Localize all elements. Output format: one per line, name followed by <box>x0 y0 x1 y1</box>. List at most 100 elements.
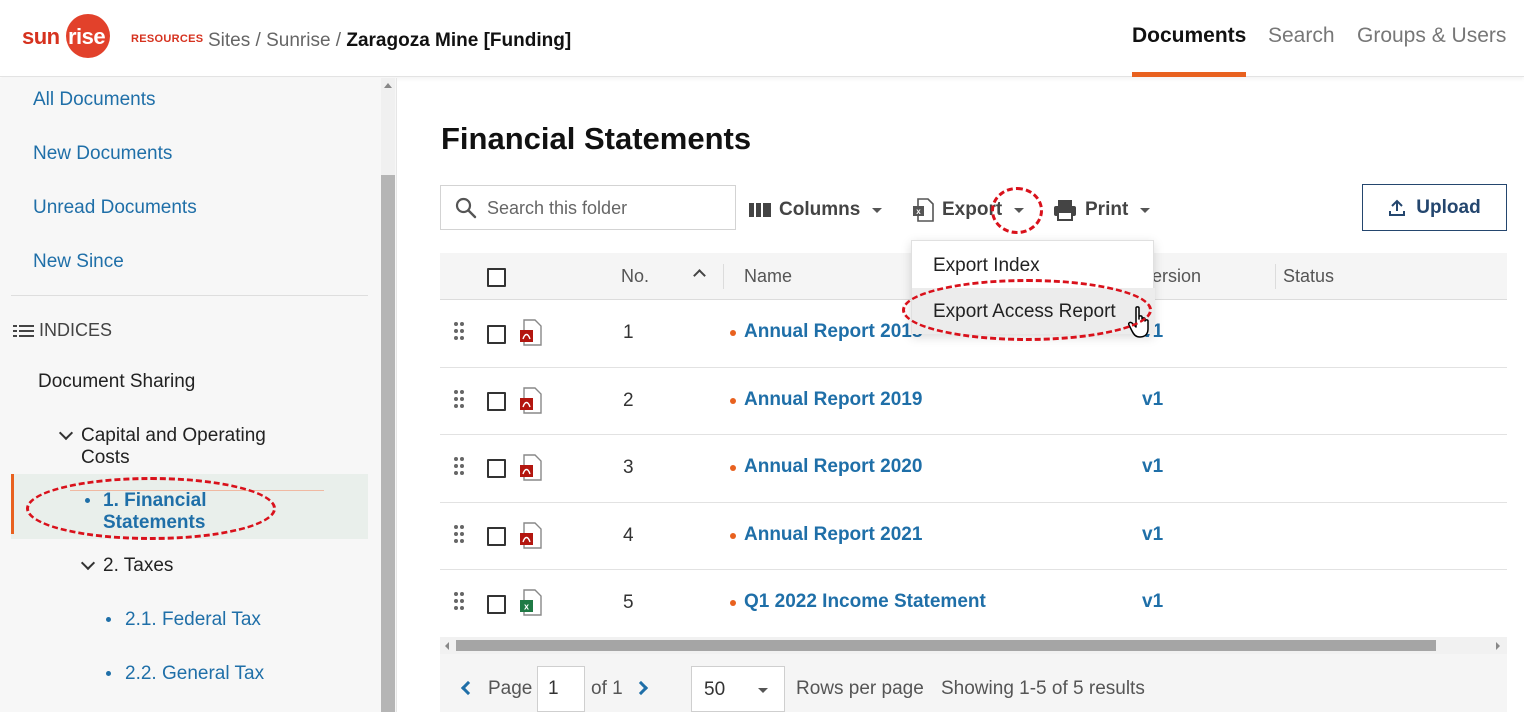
bullet-icon <box>85 498 90 503</box>
scroll-up-arrow-icon[interactable] <box>384 83 392 88</box>
nav-search[interactable]: Search <box>1268 24 1335 76</box>
row-checkbox[interactable] <box>487 527 506 546</box>
unread-dot-icon <box>730 533 736 539</box>
bullet-icon <box>106 671 111 676</box>
tree-item-financial-statements-cont[interactable]: Statements <box>103 512 205 534</box>
column-header-version[interactable]: ersion <box>1152 266 1201 287</box>
select-all-checkbox[interactable] <box>487 268 506 287</box>
scroll-left-arrow-icon[interactable] <box>445 642 449 650</box>
upload-button[interactable]: Upload <box>1362 184 1507 231</box>
drag-handle-icon[interactable] <box>454 390 464 408</box>
menu-item-export-index[interactable]: Export Index <box>912 242 1155 288</box>
sidebar-link-all-documents[interactable]: All Documents <box>33 89 156 111</box>
tree-folder-capital-operating[interactable]: Capital and Operating <box>81 425 266 447</box>
version-link[interactable]: v1 <box>1142 456 1163 478</box>
sidebar-link-new-documents[interactable]: New Documents <box>33 143 172 165</box>
rows-per-page-value: 50 <box>704 679 726 700</box>
unread-dot-icon <box>730 398 736 404</box>
sort-ascending-icon[interactable] <box>693 269 706 282</box>
pdf-file-icon <box>520 454 542 481</box>
breadcrumb-site[interactable]: Sunrise <box>266 30 330 51</box>
drag-handle-icon[interactable] <box>454 525 464 543</box>
chevron-down-icon[interactable] <box>58 425 74 441</box>
breadcrumb-sites[interactable]: Sites <box>208 30 250 51</box>
table-scrollbar-thumb[interactable] <box>456 640 1436 651</box>
results-summary: Showing 1-5 of 5 results <box>941 678 1145 699</box>
table-row[interactable]: 2 Annual Report 2019 v1 <box>440 368 1507 435</box>
document-name-visible: Annual Report 201 <box>744 321 912 342</box>
column-separator[interactable] <box>1275 264 1276 289</box>
print-label: Print <box>1085 199 1129 220</box>
pdf-file-icon <box>520 522 542 549</box>
print-button[interactable]: Print <box>1053 197 1151 223</box>
list-icon <box>13 323 35 339</box>
table-row[interactable]: x 5 Q1 2022 Income Statement v1 <box>440 570 1507 637</box>
drag-handle-icon[interactable] <box>454 457 464 475</box>
row-checkbox[interactable] <box>487 325 506 344</box>
nav-documents[interactable]: Documents <box>1132 24 1246 76</box>
row-number: 1 <box>623 322 634 343</box>
document-link[interactable]: Annual Report 2019 <box>744 389 922 411</box>
sidebar-scrollbar-thumb[interactable] <box>381 175 395 712</box>
export-button[interactable]: x Export <box>912 197 1025 223</box>
logo-text-rise: rise <box>68 24 106 49</box>
page-title: Financial Statements <box>441 121 752 156</box>
table-row[interactable]: 3 Annual Report 2020 v1 <box>440 435 1507 503</box>
columns-label: Columns <box>779 199 861 220</box>
columns-button[interactable]: Columns <box>749 197 883 223</box>
document-link[interactable]: Q1 2022 Income Statement <box>744 591 986 613</box>
sidebar-link-unread-documents[interactable]: Unread Documents <box>33 197 197 219</box>
logo-text-sun: sun <box>22 24 60 49</box>
column-separator[interactable] <box>723 264 724 289</box>
version-link[interactable]: v1 <box>1142 389 1163 411</box>
breadcrumb-separator: / <box>330 30 347 51</box>
unread-dot-icon <box>730 465 736 471</box>
pdf-file-icon <box>520 387 542 414</box>
page-number-input[interactable] <box>537 666 585 712</box>
version-link[interactable]: v1 <box>1142 524 1163 546</box>
document-link[interactable]: Annual Report 2020 <box>744 456 922 478</box>
drag-handle-icon[interactable] <box>454 322 464 340</box>
excel-file-icon: x <box>520 589 542 616</box>
breadcrumb-current: Zaragoza Mine [Funding] <box>346 30 572 51</box>
upload-icon <box>1389 199 1406 216</box>
caret-down-icon <box>1014 207 1025 213</box>
row-checkbox[interactable] <box>487 459 506 478</box>
unread-dot-icon <box>730 330 736 336</box>
search-input[interactable] <box>487 194 727 222</box>
tree-folder-capital-operating-cont[interactable]: Costs <box>81 447 130 469</box>
tree-item-federal-tax[interactable]: 2.1. Federal Tax <box>125 609 261 631</box>
indices-heading: INDICES <box>13 320 112 341</box>
columns-icon <box>749 203 771 217</box>
row-number: 2 <box>623 390 634 411</box>
column-header-no[interactable]: No. <box>621 266 649 287</box>
chevron-down-icon[interactable] <box>80 555 96 571</box>
printer-icon <box>1054 200 1076 221</box>
document-link[interactable]: Annual Report 2021 <box>744 524 922 546</box>
tree-item-general-tax[interactable]: 2.2. General Tax <box>125 663 264 685</box>
tree-root-document-sharing[interactable]: Document Sharing <box>38 371 195 393</box>
column-header-name[interactable]: Name <box>744 266 792 287</box>
menu-item-export-access-report[interactable]: Export Access Report <box>912 288 1155 334</box>
row-checkbox[interactable] <box>487 392 506 411</box>
rows-per-page-select[interactable]: 50 <box>691 666 785 712</box>
top-header: sun rise RESOURCES Sites / Sunrise / Zar… <box>0 0 1524 77</box>
row-checkbox[interactable] <box>487 595 506 614</box>
row-number: 5 <box>623 592 634 613</box>
folder-search[interactable] <box>440 185 736 230</box>
version-link[interactable]: v1 <box>1142 591 1163 613</box>
table-row[interactable]: 4 Annual Report 2021 v1 <box>440 503 1507 570</box>
nav-groups-users[interactable]: Groups & Users <box>1357 24 1506 76</box>
sidebar-link-new-since[interactable]: New Since <box>33 251 124 273</box>
drag-handle-icon[interactable] <box>454 592 464 610</box>
sunrise-logo[interactable]: sun rise <box>22 14 110 58</box>
tree-folder-taxes[interactable]: 2. Taxes <box>103 555 173 577</box>
document-link[interactable]: Annual Report 2018 <box>744 321 922 343</box>
hand-pointer-cursor-icon <box>1128 306 1149 338</box>
unread-dot-icon <box>730 600 736 606</box>
caret-down-icon <box>758 688 768 693</box>
tree-item-financial-statements[interactable]: 1. Financial <box>103 490 206 512</box>
scroll-right-arrow-icon[interactable] <box>1496 642 1500 650</box>
active-nav-underline <box>1132 72 1246 77</box>
column-header-status[interactable]: Status <box>1283 266 1334 287</box>
